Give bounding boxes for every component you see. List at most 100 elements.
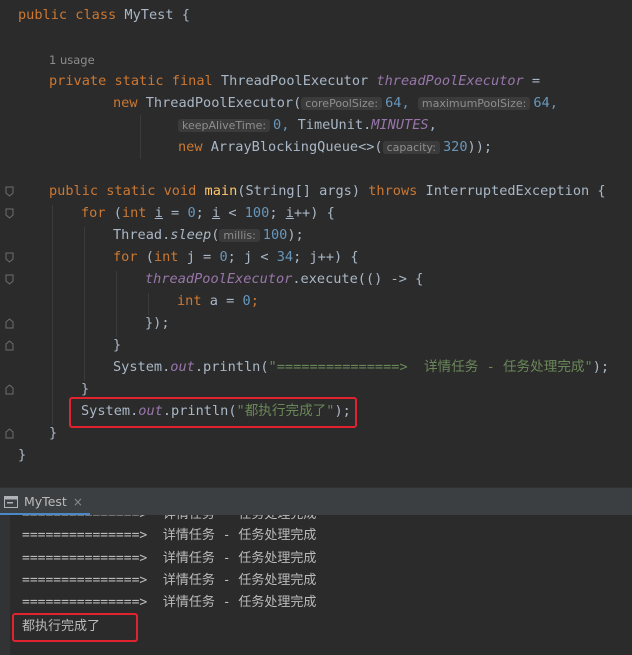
- code-line-execute: threadPoolExecutor.execute(() -> {: [145, 268, 423, 290]
- static-field: out: [170, 359, 195, 375]
- brace: }: [49, 425, 58, 441]
- type-name: TimeUnit.: [297, 117, 372, 133]
- code-text: ; j <: [227, 249, 277, 265]
- usage-hint[interactable]: 1 usage: [49, 49, 95, 71]
- code-line-for-j: for (int j = 0; j < 34; j++) {: [113, 246, 359, 268]
- number-literal: 64,: [533, 95, 558, 111]
- keyword: public: [18, 7, 68, 23]
- keyword: new: [178, 139, 203, 155]
- method-name: main: [204, 183, 238, 199]
- keyword: class: [75, 7, 117, 23]
- keyword: static: [114, 73, 164, 89]
- console-line: ===============> 详情任务 - 任务处理完成: [22, 528, 317, 543]
- keyword: private: [49, 73, 107, 89]
- keyword: static: [106, 183, 156, 199]
- editor-gutter: [0, 0, 14, 487]
- run-tab-label: MyTest: [24, 494, 67, 509]
- code-line-ctor-args3: new ArrayBlockingQueue<>(capacity: 320));: [178, 136, 492, 158]
- fold-end-icon[interactable]: [5, 340, 14, 351]
- number-literal: 100: [244, 205, 270, 221]
- console-gutter: [0, 515, 10, 655]
- static-method: sleep: [170, 227, 212, 243]
- keyword: final: [171, 73, 213, 89]
- fold-end-icon[interactable]: [5, 428, 14, 439]
- number-literal: 0,: [273, 117, 290, 133]
- method-call: .println(: [194, 359, 269, 375]
- punctuation: ++) {: [293, 205, 335, 221]
- code-text: j =: [186, 249, 220, 265]
- number-literal: 64,: [385, 95, 410, 111]
- code-line-ctor: new ThreadPoolExecutor(corePoolSize: 64, …: [113, 92, 558, 114]
- param-hint: keepAliveTime:: [178, 119, 271, 132]
- run-tool-window-header: MyTest ×: [0, 487, 632, 515]
- punctuation: (: [145, 249, 154, 265]
- punctuation: (: [113, 205, 122, 221]
- keyword: void: [163, 183, 197, 199]
- number-literal: 0: [242, 293, 251, 309]
- param-hint: capacity:: [382, 141, 440, 154]
- code-line-lambda-close: });: [145, 312, 170, 334]
- number-literal: 34: [276, 249, 294, 265]
- punctuation: );: [592, 359, 610, 375]
- close-icon[interactable]: ×: [73, 495, 83, 509]
- brace: }: [113, 337, 122, 353]
- fold-end-icon[interactable]: [5, 384, 14, 395]
- console-output[interactable]: ===============> 详情任务 - 任务处理完成 =========…: [0, 515, 632, 655]
- console-line: ===============> 详情任务 - 任务处理完成: [22, 595, 317, 610]
- usage-count[interactable]: 1 usage: [49, 53, 95, 67]
- keyword: for: [113, 249, 138, 265]
- class-name: MyTest: [124, 7, 174, 23]
- code-line-sleep: Thread.sleep(millis: 100);: [113, 224, 304, 246]
- code-line-field-decl: private static final ThreadPoolExecutor …: [49, 70, 540, 92]
- code-line-brace: }: [113, 334, 121, 356]
- run-tab-mytest[interactable]: MyTest ×: [0, 488, 83, 515]
- keyword: int: [121, 205, 147, 221]
- type-name: ArrayBlockingQueue<>(: [210, 139, 383, 155]
- keyword: for: [81, 205, 106, 221]
- field-name: threadPoolExecutor: [145, 271, 293, 287]
- indent-guide: [116, 271, 117, 337]
- fold-marker-icon[interactable]: [5, 208, 14, 219]
- code-text: ; j++) {: [293, 249, 359, 265]
- param-hint: corePoolSize:: [301, 97, 383, 110]
- fold-marker-icon[interactable]: [5, 274, 14, 285]
- type-name: System.: [113, 359, 171, 375]
- indent-guide: [52, 205, 53, 425]
- keyword: throws: [368, 183, 418, 199]
- type-name: ThreadPoolExecutor(: [145, 95, 302, 111]
- param-hint: millis:: [219, 229, 260, 242]
- loop-variable: i: [212, 205, 221, 221]
- punctuation: );: [287, 227, 304, 243]
- console-line: ===============> 详情任务 - 任务处理完成: [22, 573, 317, 588]
- punctuation: ));: [467, 139, 493, 155]
- code-text: .execute(() -> {: [292, 271, 424, 287]
- indent-guide: [140, 115, 141, 159]
- type-name: Thread.: [113, 227, 171, 243]
- punctuation: ;: [250, 293, 259, 309]
- punctuation: ,: [428, 117, 437, 133]
- field-name: threadPoolExecutor: [376, 73, 524, 89]
- fold-marker-icon[interactable]: [5, 252, 14, 263]
- number-literal: 320: [442, 139, 468, 155]
- code-editor[interactable]: public class MyTest { 1 usage private st…: [0, 0, 632, 487]
- punctuation: ;: [195, 205, 212, 221]
- type-name: InterruptedException {: [425, 183, 606, 199]
- fold-marker-icon[interactable]: [5, 186, 14, 197]
- brace: }: [81, 381, 90, 397]
- number-literal: 0: [219, 249, 228, 265]
- highlight-box: [12, 613, 138, 642]
- operator: =: [217, 293, 243, 309]
- loop-variable: i: [285, 205, 294, 221]
- number-literal: 0: [187, 205, 196, 221]
- params: (String[] args): [237, 183, 361, 199]
- code-line-main-decl: public static void main(String[] args) t…: [49, 180, 606, 202]
- console-icon: [4, 495, 18, 508]
- code-line-brace: }: [18, 444, 26, 466]
- keyword: new: [113, 95, 138, 111]
- brace: {: [181, 7, 190, 23]
- loop-variable: i: [154, 205, 163, 221]
- operator: =: [162, 205, 188, 221]
- console-line: ===============> 详情任务 - 任务处理完成: [22, 551, 317, 566]
- param-hint: maximumPoolSize:: [417, 97, 531, 110]
- fold-end-icon[interactable]: [5, 318, 14, 329]
